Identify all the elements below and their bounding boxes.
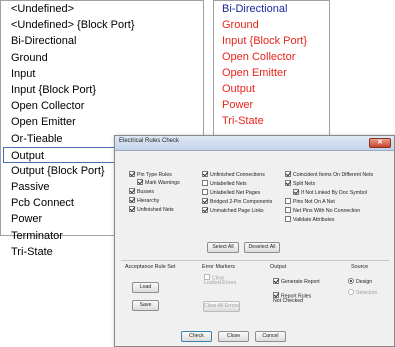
pin-type-list-item[interactable]: Open Emitter: [1, 114, 203, 130]
report-rules-not-checked-checkbox[interactable]: Report Rules Not Checked: [273, 292, 313, 307]
unfinished-nets-checkbox[interactable]: Unfinished Nets: [129, 205, 174, 215]
checkbox-icon: [202, 206, 208, 213]
checkbox-icon: [202, 179, 208, 186]
checkbox-icon: [202, 170, 208, 177]
mark-warnings-checkbox[interactable]: Mark Warnings: [137, 178, 180, 188]
checkbox-icon: [285, 206, 291, 213]
checkbox-icon: [137, 178, 143, 185]
source-label: Source: [351, 264, 369, 270]
selected-pin-type-item[interactable]: Ground: [214, 17, 329, 33]
selected-pin-type-item[interactable]: Open Collector: [214, 49, 329, 65]
clear-all-errors-button[interactable]: Clear All Errors: [203, 301, 240, 312]
acceptance-rule-set-label: Acceptance Rule Set: [125, 264, 176, 270]
section-divider: [121, 260, 389, 261]
pin-type-list-item[interactable]: Bi-Directional: [1, 33, 203, 49]
pin-type-list-item[interactable]: Open Collector: [1, 98, 203, 114]
unmatched-page-links-checkbox[interactable]: Unmatched Page Links: [202, 206, 264, 216]
checkbox-icon: [273, 277, 279, 284]
checkbox-icon: [273, 292, 279, 298]
error-markers-label: Error Markers: [202, 264, 235, 270]
checkbox-icon: [285, 215, 291, 222]
coincident-items-checkbox[interactable]: Coincident Items On Different Nets: [285, 170, 373, 180]
cancel-button[interactable]: Cancel: [255, 331, 286, 342]
deselect-all-button[interactable]: Deselect All: [244, 242, 280, 253]
select-all-button[interactable]: Select All: [207, 242, 239, 253]
checkbox-icon: [129, 187, 135, 194]
generate-report-checkbox[interactable]: Generate Report: [273, 277, 320, 287]
unlabelled-net-pages-checkbox[interactable]: Unlabelled Net Pages: [202, 188, 260, 198]
selected-pin-type-item[interactable]: Bi-Directional: [214, 1, 329, 17]
dialog-title: Electrical Rules Check: [119, 138, 180, 144]
checkbox-icon: [202, 197, 208, 204]
pin-type-list-item[interactable]: Input: [1, 66, 203, 82]
selected-pin-type-item[interactable]: Input {Block Port}: [214, 33, 329, 49]
checkbox-icon: [204, 274, 210, 280]
bridged-2pin-components-checkbox[interactable]: Bridged 2-Pin Components: [202, 197, 272, 207]
close-x-icon[interactable]: ✕: [369, 138, 391, 148]
radio-icon: [348, 277, 354, 284]
checkbox-icon: [129, 205, 135, 212]
selected-pin-type-item[interactable]: Output: [214, 81, 329, 97]
checkbox-icon: [285, 170, 291, 177]
net-pins-no-connection-checkbox[interactable]: Net Pins With No Connection: [285, 206, 360, 216]
selected-pin-type-list[interactable]: Bi-Directional Ground Input {Block Port} Op…: [213, 0, 330, 136]
design-radio[interactable]: Design: [348, 277, 372, 287]
clear-locked-errors-checkbox[interactable]: Clear Locked Errors: [204, 274, 242, 287]
checkbox-icon: [129, 170, 135, 177]
selected-pin-type-item[interactable]: Power: [214, 97, 329, 113]
close-button[interactable]: Close: [218, 331, 249, 342]
selected-pin-type-item[interactable]: Tri-State: [214, 113, 329, 129]
checkbox-icon: [129, 196, 135, 203]
checkbox-icon: [293, 188, 299, 195]
radio-icon: [348, 288, 354, 295]
output-label: Output: [270, 264, 287, 270]
split-nets-checkbox[interactable]: Split Nets: [285, 179, 315, 189]
electrical-rules-check-dialog: Electrical Rules Check ✕ Pin Type Rules …: [114, 135, 395, 347]
load-button[interactable]: Load: [132, 282, 159, 293]
pin-type-list-item[interactable]: <Undefined> {Block Port}: [1, 17, 203, 33]
checkbox-icon: [285, 179, 291, 186]
pin-type-list-item[interactable]: Ground: [1, 50, 203, 66]
validate-attributes-checkbox[interactable]: Validate Attributes: [285, 215, 334, 225]
checkbox-icon: [202, 188, 208, 195]
selected-pin-type-item[interactable]: Open Emitter: [214, 65, 329, 81]
pins-not-on-net-checkbox[interactable]: Pins Not On A Net: [285, 197, 335, 207]
unlabelled-nets-checkbox[interactable]: Unlabelled Nets: [202, 179, 247, 189]
dialog-titlebar: Electrical Rules Check ✕: [115, 136, 394, 151]
check-button[interactable]: Check: [181, 331, 212, 342]
pin-type-list-item[interactable]: <Undefined>: [1, 1, 203, 17]
unfinished-connections-checkbox[interactable]: Unfinished Connections: [202, 170, 265, 180]
selection-radio[interactable]: Selection: [348, 288, 377, 298]
checkbox-icon: [285, 197, 291, 204]
if-not-linked-checkbox[interactable]: If Not Linked By Doc Symbol: [293, 188, 367, 198]
pin-type-list-item[interactable]: Input {Block Port}: [1, 82, 203, 98]
save-button[interactable]: Save: [132, 300, 159, 311]
